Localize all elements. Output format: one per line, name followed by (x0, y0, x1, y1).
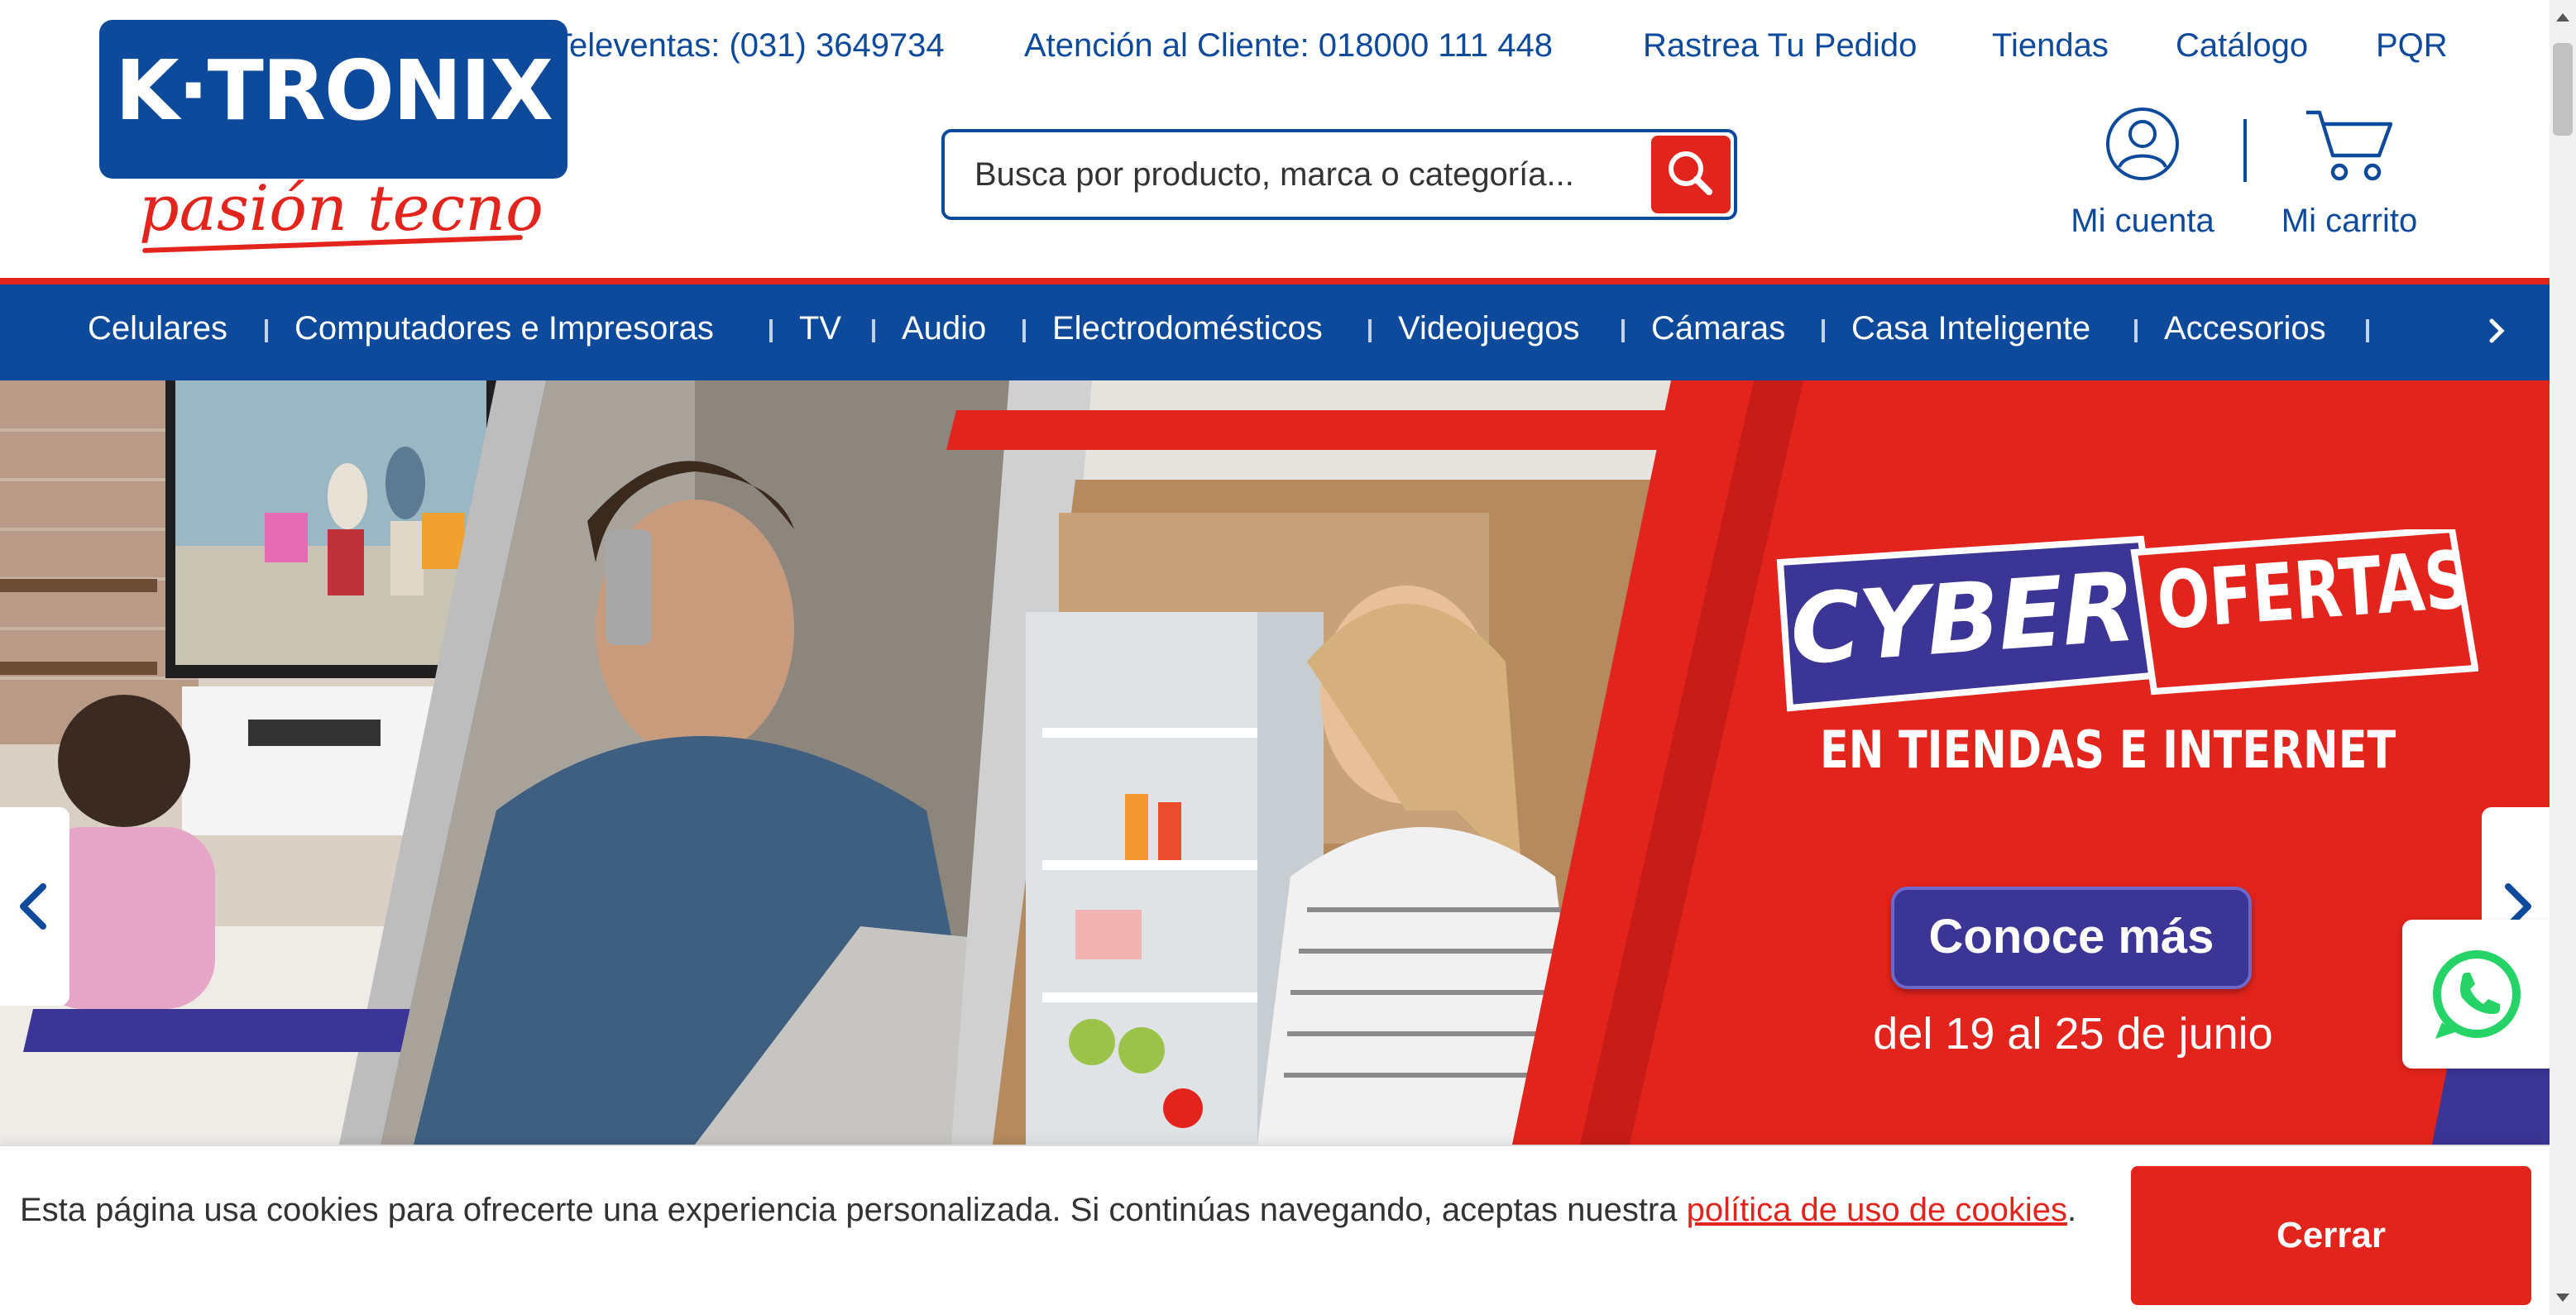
cookie-message: Esta página usa cookies para ofrecerte u… (20, 1186, 2088, 1236)
logo-text: K·TRONIX (115, 43, 553, 139)
televentas-link[interactable]: Televentas: (031) 3649734 (553, 28, 945, 66)
nav-item-celulares[interactable]: Celulares (88, 311, 227, 349)
account-label: Mi cuenta (2071, 203, 2214, 240)
nav-item-casa-inteligente[interactable]: Casa Inteligente (1851, 311, 2090, 349)
cookie-banner: Esta página usa cookies para ofrecerte u… (0, 1145, 2550, 1315)
nav-separator (1368, 319, 1372, 342)
nav-separator (2366, 319, 2369, 342)
search-box (941, 129, 1737, 220)
whatsapp-button[interactable] (2402, 920, 2551, 1069)
rastrea-pedido-link[interactable]: Rastrea Tu Pedido (1643, 28, 1917, 66)
scroll-up-arrow[interactable] (2556, 13, 2569, 22)
header-accent-line (0, 278, 2550, 285)
nav-separator (1822, 319, 1825, 342)
pqr-link[interactable]: PQR (2376, 28, 2448, 66)
nav-item-electrodomesticos[interactable]: Electrodomésticos (1052, 311, 1323, 349)
search-icon (1669, 151, 1712, 195)
user-icon (2106, 108, 2179, 180)
account-button[interactable]: Mi cuenta (2065, 106, 2220, 241)
cart-label: Mi carrito (2281, 203, 2418, 240)
hero-subtitle: EN TIENDAS E INTERNET (1820, 721, 2396, 781)
cookie-policy-link[interactable]: política de uso de cookies (1687, 1193, 2067, 1229)
cart-button[interactable]: Mi carrito (2270, 106, 2429, 241)
search-button[interactable] (1651, 136, 1731, 213)
atencion-cliente-link[interactable]: Atención al Cliente: 018000 111 448 (1024, 28, 1553, 66)
category-nav: Celulares Computadores e Impresoras TV A… (0, 285, 2550, 380)
nav-separator (769, 319, 773, 342)
search-input[interactable] (974, 149, 1653, 202)
nav-separator (872, 319, 875, 342)
ktronix-logo[interactable]: K·TRONIX (99, 20, 567, 179)
nav-item-accesorios[interactable]: Accesorios (2164, 311, 2326, 349)
promo-dates: del 19 al 25 de junio (1873, 1009, 2273, 1059)
catalogo-link[interactable]: Catálogo (2176, 28, 2308, 66)
nav-separator (1621, 319, 1625, 342)
whatsapp-icon (2433, 950, 2521, 1039)
hero-title-cyber: CYBER (1786, 550, 2138, 687)
tiendas-link[interactable]: Tiendas (1992, 28, 2109, 66)
chevron-left-icon (20, 883, 46, 930)
page-scrollbar[interactable] (2550, 0, 2576, 1315)
nav-separator (1022, 319, 1026, 342)
nav-separator (2134, 319, 2138, 342)
header-divider (2243, 119, 2247, 182)
cookie-close-button[interactable]: Cerrar (2131, 1166, 2531, 1305)
site-header: K·TRONIX pasión tecno Televentas: (031) … (0, 0, 2550, 281)
scroll-down-arrow[interactable] (2556, 1293, 2569, 1302)
nav-item-audio[interactable]: Audio (902, 311, 986, 349)
cookie-text-suffix: . (2066, 1193, 2077, 1229)
cookie-text: Esta página usa cookies para ofrecerte u… (20, 1193, 1687, 1229)
conoce-mas-button[interactable]: Conoce más (1891, 887, 2252, 989)
scroll-thumb[interactable] (2553, 43, 2573, 136)
nav-item-tv[interactable]: TV (799, 311, 841, 349)
logo-tagline: pasión tecno (139, 172, 543, 245)
carousel-prev-button[interactable] (0, 807, 69, 1006)
nav-item-videojuegos[interactable]: Videojuegos (1398, 311, 1579, 349)
nav-next-button[interactable] (2478, 308, 2518, 354)
chevron-right-icon (2489, 318, 2505, 343)
nav-item-camaras[interactable]: Cámaras (1651, 311, 1785, 349)
cart-icon (2306, 110, 2393, 181)
nav-separator (265, 319, 268, 342)
nav-item-computadores[interactable]: Computadores e Impresoras (294, 311, 714, 349)
